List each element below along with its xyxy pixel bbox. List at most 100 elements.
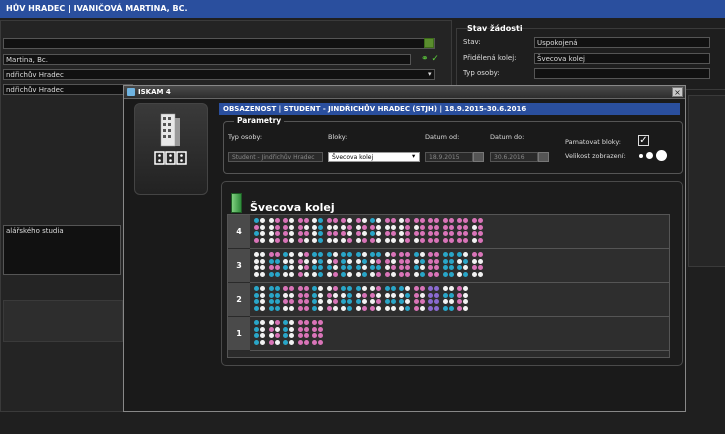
bed-slot[interactable] — [254, 339, 259, 345]
bed-slot[interactable] — [413, 231, 419, 236]
bed-slot[interactable] — [341, 252, 346, 257]
bed-slot[interactable] — [289, 326, 294, 332]
bed-slot[interactable] — [419, 265, 425, 270]
bed-slot[interactable] — [283, 252, 288, 257]
bed-slot[interactable] — [434, 286, 439, 291]
bed-slot[interactable] — [384, 231, 390, 236]
bed-slot[interactable] — [318, 231, 323, 236]
bed-slot[interactable] — [289, 252, 294, 257]
bed-slot[interactable] — [260, 231, 265, 236]
bed-slot[interactable] — [254, 320, 259, 325]
bed-slot[interactable] — [477, 271, 483, 277]
bed-slot[interactable] — [457, 305, 462, 311]
bed-slot[interactable] — [355, 258, 361, 264]
bed-slot[interactable] — [405, 252, 410, 257]
bed-slot[interactable] — [384, 218, 390, 223]
bed-slot[interactable] — [297, 286, 303, 291]
bed-slot[interactable] — [347, 258, 352, 264]
bed-slot[interactable] — [390, 305, 396, 311]
bed-slot[interactable] — [405, 258, 410, 264]
bed-slot[interactable] — [283, 271, 288, 277]
bed-slot[interactable] — [384, 286, 390, 291]
bg-field-1[interactable] — [3, 38, 435, 49]
bed-slot[interactable] — [341, 265, 346, 270]
bed-slot[interactable] — [274, 258, 280, 264]
bed-slot[interactable] — [283, 224, 288, 230]
bed-slot[interactable] — [260, 271, 265, 277]
bed-slot[interactable] — [361, 218, 367, 223]
bloky-select[interactable]: Švecova kolej — [328, 152, 420, 162]
bed-slot[interactable] — [457, 224, 462, 230]
bed-slot[interactable] — [312, 252, 317, 257]
bed-slot[interactable] — [355, 299, 361, 304]
bed-slot[interactable] — [254, 231, 259, 236]
calendar-icon-2[interactable] — [538, 152, 549, 162]
bed-slot[interactable] — [399, 218, 404, 223]
bed-slot[interactable] — [326, 231, 332, 236]
bed-slot[interactable] — [312, 258, 317, 264]
bed-slot[interactable] — [463, 237, 468, 243]
bed-slot[interactable] — [434, 237, 439, 243]
bed-slot[interactable] — [260, 258, 265, 264]
bed-slot[interactable] — [434, 224, 439, 230]
bed-slot[interactable] — [399, 231, 404, 236]
bed-slot[interactable] — [268, 286, 274, 291]
bg-note-area[interactable]: alářského studia — [3, 225, 121, 275]
bed-slot[interactable] — [355, 224, 361, 230]
bed-slot[interactable] — [361, 292, 367, 298]
bed-slot[interactable] — [274, 286, 280, 291]
bed-slot[interactable] — [283, 286, 288, 291]
bed-slot[interactable] — [457, 286, 462, 291]
dropdown-arrow-icon[interactable]: ▾ — [428, 70, 432, 78]
bed-slot[interactable] — [274, 252, 280, 257]
bed-slot[interactable] — [413, 224, 419, 230]
bed-slot[interactable] — [318, 252, 323, 257]
bed-slot[interactable] — [448, 252, 454, 257]
bed-slot[interactable] — [419, 286, 425, 291]
bed-slot[interactable] — [399, 286, 404, 291]
bed-slot[interactable] — [332, 237, 338, 243]
bed-slot[interactable] — [442, 292, 448, 298]
bed-slot[interactable] — [413, 237, 419, 243]
bed-slot[interactable] — [260, 326, 265, 332]
bed-slot[interactable] — [283, 305, 288, 311]
bed-slot[interactable] — [347, 252, 352, 257]
bed-slot[interactable] — [370, 271, 375, 277]
bed-slot[interactable] — [448, 292, 454, 298]
bed-slot[interactable] — [268, 271, 274, 277]
bed-slot[interactable] — [370, 218, 375, 223]
bed-slot[interactable] — [390, 292, 396, 298]
bed-slot[interactable] — [355, 218, 361, 223]
bed-slot[interactable] — [268, 224, 274, 230]
bed-slot[interactable] — [303, 218, 309, 223]
bed-slot[interactable] — [405, 292, 410, 298]
bg-field-3[interactable]: ndřichův Hradec — [3, 69, 435, 80]
bed-slot[interactable] — [471, 231, 477, 236]
bed-slot[interactable] — [384, 305, 390, 311]
datum-do-field[interactable]: 30.6.2016 — [490, 152, 538, 162]
bed-slot[interactable] — [297, 326, 303, 332]
bed-slot[interactable] — [268, 292, 274, 298]
bed-slot[interactable] — [442, 224, 448, 230]
bed-slot[interactable] — [274, 326, 280, 332]
bed-slot[interactable] — [341, 299, 346, 304]
bed-slot[interactable] — [312, 305, 317, 311]
bed-slot[interactable] — [254, 292, 259, 298]
bed-slot[interactable] — [332, 292, 338, 298]
bed-slot[interactable] — [260, 252, 265, 257]
bed-slot[interactable] — [405, 299, 410, 304]
bed-slot[interactable] — [361, 252, 367, 257]
bed-slot[interactable] — [463, 292, 468, 298]
bed-slot[interactable] — [260, 224, 265, 230]
bed-slot[interactable] — [463, 286, 468, 291]
bed-slot[interactable] — [399, 271, 404, 277]
bed-slot[interactable] — [254, 252, 259, 257]
bed-slot[interactable] — [434, 231, 439, 236]
bed-slot[interactable] — [318, 320, 323, 325]
bed-slot[interactable] — [448, 231, 454, 236]
bed-slot[interactable] — [376, 292, 381, 298]
bed-slot[interactable] — [318, 305, 323, 311]
bed-slot[interactable] — [326, 218, 332, 223]
bed-slot[interactable] — [303, 299, 309, 304]
bed-slot[interactable] — [274, 320, 280, 325]
